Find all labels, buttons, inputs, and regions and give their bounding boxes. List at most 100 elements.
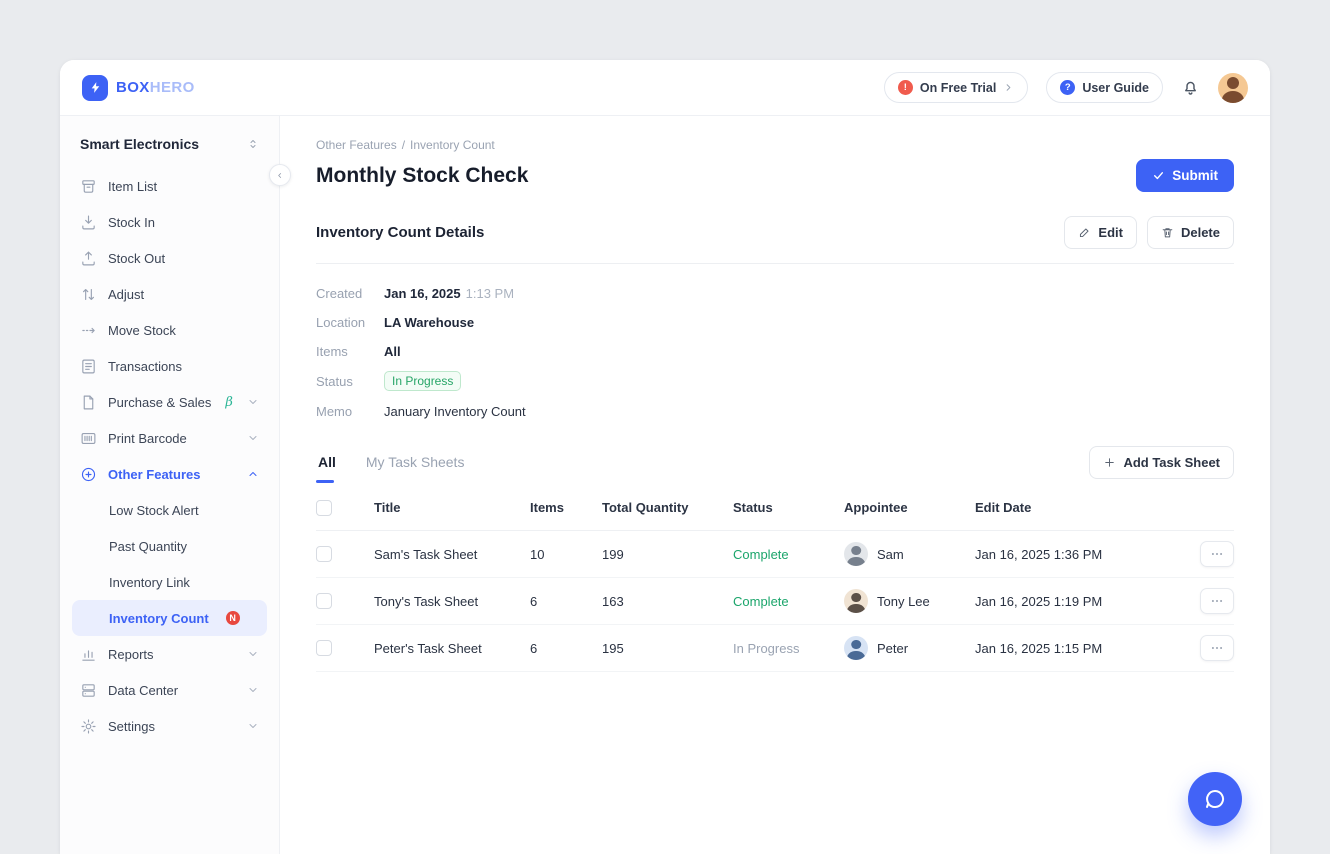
table-row[interactable]: Tony's Task Sheet 6 163 Complete Tony Le… <box>316 578 1234 625</box>
workspace-switcher[interactable]: Smart Electronics <box>72 130 267 168</box>
sidebar-item-label: Reports <box>108 647 154 662</box>
details-actions: Edit Delete <box>1064 216 1234 249</box>
arrow-right-dashed-icon <box>80 322 97 339</box>
details-list: Created Jan 16, 2025 1:13 PM Location LA… <box>316 284 1234 420</box>
free-trial-button[interactable]: ! On Free Trial <box>884 72 1028 103</box>
chevron-down-icon <box>247 684 259 696</box>
table-row[interactable]: Peter's Task Sheet 6 195 In Progress Pet… <box>316 625 1234 672</box>
add-task-sheet-button[interactable]: Add Task Sheet <box>1089 446 1234 479</box>
sidebar-item-label: Stock In <box>108 215 155 230</box>
plus-circle-icon <box>80 466 97 483</box>
appointee: Sam <box>844 542 975 566</box>
breadcrumb-parent[interactable]: Other Features <box>316 138 397 152</box>
sidebar-item-low-stock-alert[interactable]: Low Stock Alert <box>72 492 267 528</box>
arrow-down-tray-icon <box>80 214 97 231</box>
sidebar-item-stock-in[interactable]: Stock In <box>72 204 267 240</box>
sidebar-item-label: Inventory Count <box>109 611 209 626</box>
free-trial-label: On Free Trial <box>920 81 996 95</box>
box-icon <box>80 178 97 195</box>
sidebar-item-item-list[interactable]: Item List <box>72 168 267 204</box>
user-avatar[interactable] <box>1218 73 1248 103</box>
row-checkbox[interactable] <box>316 593 332 609</box>
body-row: Smart Electronics Item List Stock In Sto… <box>60 116 1270 854</box>
appointee: Tony Lee <box>844 589 975 613</box>
breadcrumb-current: Inventory Count <box>410 138 495 152</box>
sidebar-item-inventory-count[interactable]: Inventory Count N <box>72 600 267 636</box>
sidebar-item-label: Settings <box>108 719 155 734</box>
more-actions-button[interactable] <box>1200 635 1234 661</box>
task-status: Complete <box>733 547 844 562</box>
submit-button[interactable]: Submit <box>1136 159 1234 192</box>
chat-support-button[interactable] <box>1188 772 1242 826</box>
task-sheet-table: Title Items Total Quantity Status Appoin… <box>316 485 1234 672</box>
sidebar-item-label: Move Stock <box>108 323 176 338</box>
user-guide-button[interactable]: ? User Guide <box>1046 72 1163 103</box>
task-title: Peter's Task Sheet <box>374 641 530 656</box>
appointee-name: Peter <box>877 641 908 656</box>
main-content: Other Features / Inventory Count Monthly… <box>280 116 1270 854</box>
arrow-up-tray-icon <box>80 250 97 267</box>
appointee-name: Tony Lee <box>877 594 930 609</box>
sidebar-item-stock-out[interactable]: Stock Out <box>72 240 267 276</box>
detail-value-muted: 1:13 PM <box>466 286 514 301</box>
row-checkbox[interactable] <box>316 640 332 656</box>
appointee-name: Sam <box>877 547 904 562</box>
column-header-status: Status <box>733 500 844 515</box>
detail-label: Location <box>316 315 384 330</box>
sidebar-item-reports[interactable]: Reports <box>72 636 267 672</box>
sidebar-item-other-features[interactable]: Other Features <box>72 456 267 492</box>
detail-row-items: Items All <box>316 342 1234 360</box>
detail-label: Created <box>316 286 384 301</box>
sidebar-item-print-barcode[interactable]: Print Barcode <box>72 420 267 456</box>
edit-button[interactable]: Edit <box>1064 216 1137 249</box>
sidebar-item-inventory-link[interactable]: Inventory Link <box>72 564 267 600</box>
details-section-header: Inventory Count Details Edit Delete <box>316 216 1234 264</box>
notification-bell-icon[interactable] <box>1181 78 1200 97</box>
row-checkbox[interactable] <box>316 546 332 562</box>
sidebar-item-label: Print Barcode <box>108 431 187 446</box>
appointee-avatar <box>844 542 868 566</box>
sidebar-item-past-quantity[interactable]: Past Quantity <box>72 528 267 564</box>
chevron-down-icon <box>247 432 259 444</box>
table-header: Title Items Total Quantity Status Appoin… <box>316 485 1234 531</box>
sidebar-item-data-center[interactable]: Data Center <box>72 672 267 708</box>
sidebar-item-label: Item List <box>108 179 157 194</box>
sidebar-item-transactions[interactable]: Transactions <box>72 348 267 384</box>
tab-all[interactable]: All <box>316 448 338 483</box>
column-header-appointee: Appointee <box>844 500 975 515</box>
sidebar-item-label: Low Stock Alert <box>109 503 199 518</box>
delete-button[interactable]: Delete <box>1147 216 1234 249</box>
task-total-quantity: 163 <box>602 594 733 609</box>
logo-light: HERO <box>150 79 195 96</box>
detail-row-created: Created Jan 16, 2025 1:13 PM <box>316 284 1234 302</box>
sidebar: Smart Electronics Item List Stock In Sto… <box>60 116 280 854</box>
task-items: 6 <box>530 641 602 656</box>
title-row: Monthly Stock Check Submit <box>316 159 1234 192</box>
task-title: Sam's Task Sheet <box>374 547 530 562</box>
check-icon <box>1152 169 1165 182</box>
workspace-name: Smart Electronics <box>80 136 199 152</box>
appointee-avatar <box>844 636 868 660</box>
detail-label: Items <box>316 344 384 359</box>
detail-label: Memo <box>316 404 384 419</box>
task-title: Tony's Task Sheet <box>374 594 530 609</box>
sidebar-collapse-button[interactable] <box>269 164 291 186</box>
column-header-title: Title <box>374 500 530 515</box>
table-row[interactable]: Sam's Task Sheet 10 199 Complete Sam Jan… <box>316 531 1234 578</box>
sidebar-item-settings[interactable]: Settings <box>72 708 267 744</box>
more-actions-button[interactable] <box>1200 541 1234 567</box>
select-all-checkbox[interactable] <box>316 500 332 516</box>
sidebar-item-label: Data Center <box>108 683 178 698</box>
page-title: Monthly Stock Check <box>316 164 528 188</box>
sidebar-item-adjust[interactable]: Adjust <box>72 276 267 312</box>
tab-my-task-sheets[interactable]: My Task Sheets <box>364 448 467 483</box>
detail-value: All <box>384 344 401 359</box>
topbar-right: ! On Free Trial ? User Guide <box>884 72 1248 103</box>
user-guide-label: User Guide <box>1082 81 1149 95</box>
more-actions-button[interactable] <box>1200 588 1234 614</box>
boxhero-logo[interactable]: BOXHERO <box>82 75 195 101</box>
sidebar-item-move-stock[interactable]: Move Stock <box>72 312 267 348</box>
sidebar-item-purchase-sales[interactable]: Purchase & Sales β <box>72 384 267 420</box>
beta-badge: β <box>225 395 233 410</box>
top-bar: BOXHERO ! On Free Trial ? User Guide <box>60 60 1270 116</box>
